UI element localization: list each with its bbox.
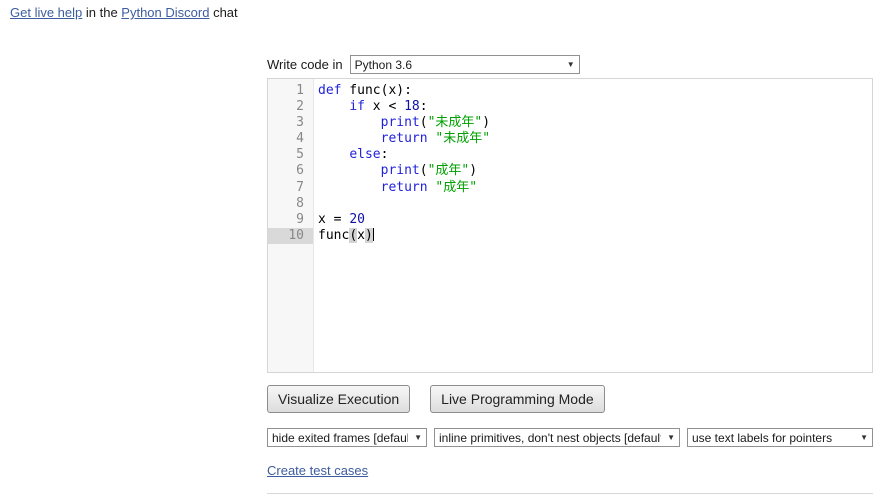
help-bar-text: chat bbox=[209, 5, 237, 20]
token-matching-bracket: ) bbox=[365, 228, 373, 243]
line-number: 4 bbox=[268, 131, 313, 147]
code-line: x = 20 bbox=[318, 212, 872, 228]
visualize-execution-button[interactable]: Visualize Execution bbox=[267, 385, 410, 413]
token-keyword: if bbox=[349, 99, 365, 114]
create-test-cases-row: Create test cases bbox=[267, 463, 873, 478]
line-number: 6 bbox=[268, 163, 313, 179]
token-builtin: print bbox=[381, 163, 420, 178]
language-row: Write code in Python 3.6 ▼ bbox=[267, 55, 873, 74]
live-help-bar: Get live help in the Python Discord chat bbox=[10, 5, 238, 20]
line-number: 7 bbox=[268, 180, 313, 196]
code-line: print("成年") bbox=[318, 163, 872, 179]
code-line: return "未成年" bbox=[318, 131, 872, 147]
code-line: def func(x): bbox=[318, 83, 872, 99]
token-plain: x bbox=[357, 228, 365, 243]
token-plain: : bbox=[420, 99, 428, 114]
object-rendering-select[interactable]: inline primitives, don't nest objects [d… bbox=[434, 428, 680, 447]
line-number: 8 bbox=[268, 196, 313, 212]
token-plain: x = bbox=[318, 212, 349, 227]
token-plain bbox=[318, 147, 349, 162]
python-discord-link[interactable]: Python Discord bbox=[121, 5, 209, 20]
line-number: 5 bbox=[268, 147, 313, 163]
token-plain: : bbox=[381, 147, 389, 162]
token-plain bbox=[318, 115, 381, 130]
line-number: 3 bbox=[268, 115, 313, 131]
token-keyword: else bbox=[349, 147, 380, 162]
token-builtin: print bbox=[381, 115, 420, 130]
token-plain: ) bbox=[469, 163, 477, 178]
main-column: Write code in Python 3.6 ▼ 12345678910 d… bbox=[267, 0, 873, 502]
exited-frames-select[interactable]: hide exited frames [default] bbox=[267, 428, 427, 447]
line-number: 2 bbox=[268, 99, 313, 115]
code-editor[interactable]: 12345678910 def func(x): if x < 18: prin… bbox=[267, 78, 873, 373]
token-plain: x < bbox=[365, 99, 404, 114]
create-test-cases-link[interactable]: Create test cases bbox=[267, 463, 368, 478]
line-number: 10 bbox=[268, 228, 313, 244]
token-matching-bracket: ( bbox=[349, 228, 357, 243]
text-cursor bbox=[373, 228, 374, 241]
token-plain bbox=[318, 99, 349, 114]
code-line: return "成年" bbox=[318, 180, 872, 196]
token-plain bbox=[318, 180, 381, 195]
token-plain bbox=[318, 163, 381, 178]
token-plain: func(x): bbox=[341, 83, 411, 98]
token-plain bbox=[318, 131, 381, 146]
token-plain: ( bbox=[420, 115, 428, 130]
pointer-labels-select[interactable]: use text labels for pointers bbox=[687, 428, 873, 447]
code-line: func(x) bbox=[318, 228, 872, 244]
token-number: 18 bbox=[404, 99, 420, 114]
token-keyword: def bbox=[318, 83, 341, 98]
code-line: else: bbox=[318, 147, 872, 163]
token-plain: ( bbox=[420, 163, 428, 178]
token-keyword: return bbox=[381, 180, 428, 195]
line-number-gutter: 12345678910 bbox=[268, 79, 314, 372]
token-string: "未成年" bbox=[435, 131, 490, 146]
token-plain: ) bbox=[482, 115, 490, 130]
token-plain: func bbox=[318, 228, 349, 243]
token-number: 20 bbox=[349, 212, 365, 227]
code-line: print("未成年") bbox=[318, 115, 872, 131]
visualization-options-row: hide exited frames [default] ▼ inline pr… bbox=[267, 428, 873, 447]
code-area[interactable]: def func(x): if x < 18: print("未成年") ret… bbox=[314, 79, 872, 372]
write-code-in-label: Write code in bbox=[267, 57, 343, 72]
language-select[interactable]: Python 3.6 bbox=[350, 55, 580, 74]
code-line: if x < 18: bbox=[318, 99, 872, 115]
live-programming-mode-button[interactable]: Live Programming Mode bbox=[430, 385, 605, 413]
divider bbox=[267, 493, 873, 494]
token-string: "成年" bbox=[435, 180, 477, 195]
get-live-help-link[interactable]: Get live help bbox=[10, 5, 82, 20]
code-line bbox=[318, 196, 872, 212]
token-string: "成年" bbox=[428, 163, 470, 178]
token-string: "未成年" bbox=[428, 115, 483, 130]
line-number: 1 bbox=[268, 83, 313, 99]
action-buttons: Visualize Execution Live Programming Mod… bbox=[267, 385, 873, 413]
help-bar-text: in the bbox=[82, 5, 121, 20]
line-number: 9 bbox=[268, 212, 313, 228]
token-keyword: return bbox=[381, 131, 428, 146]
